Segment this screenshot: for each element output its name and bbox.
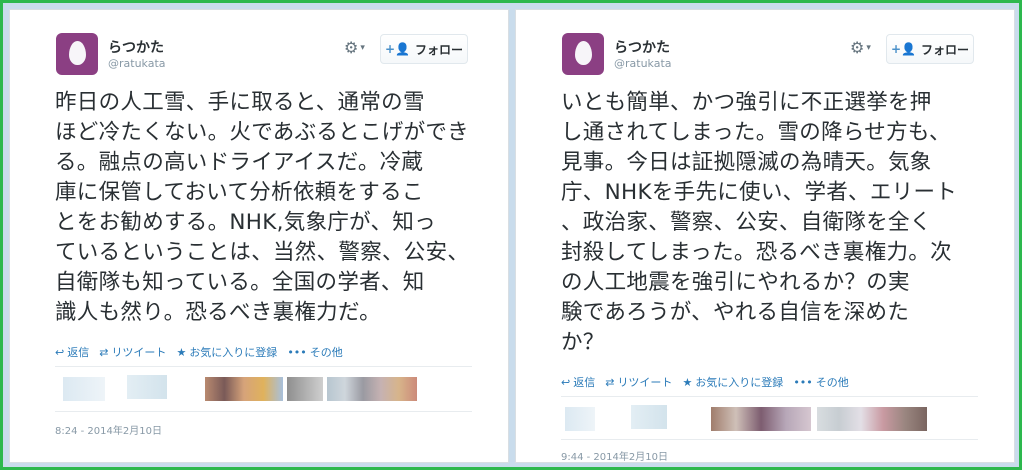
follow-button[interactable]: +👤 フォロー [380, 34, 468, 64]
author-handle[interactable]: @ratukata [614, 57, 672, 70]
blurred-avatar[interactable] [63, 377, 105, 401]
author-handle[interactable]: @ratukata [108, 57, 166, 70]
egg-avatar-icon[interactable] [562, 33, 604, 75]
reply-button[interactable]: ↩ 返信 [55, 344, 89, 360]
tweet-actions: ↩ 返信 ⇄ リツイート ★ お気に入りに登録 ••• その他 [55, 344, 343, 360]
favorite-label: お気に入りに登録 [189, 346, 278, 359]
tweet-actions: ↩ 返信 ⇄ リツイート ★ お気に入りに登録 ••• その他 [561, 374, 849, 390]
blurred-avatar-strip[interactable] [205, 377, 283, 401]
retweet-label: リツイート [111, 346, 167, 359]
reply-label: 返信 [573, 376, 596, 389]
blurred-avatar[interactable] [287, 377, 323, 401]
star-icon: ★ [176, 345, 187, 359]
tweet-timestamp[interactable]: 8:24 - 2014年2月10日 [55, 422, 162, 437]
reply-arrow-icon: ↩ [561, 375, 571, 389]
engagement-avatars [561, 396, 978, 440]
person-plus-icon: +👤 [890, 42, 916, 56]
dots-icon: ••• [793, 375, 813, 389]
author-name[interactable]: らつかた [108, 37, 164, 57]
screenshot-frame: らつかた @ratukata ⚙ ▾ +👤 フォロー 昨日の人工雪、手に取ると、通… [0, 0, 1022, 470]
more-button[interactable]: ••• その他 [793, 374, 848, 390]
follow-label: フォロー [920, 42, 969, 57]
more-label: その他 [309, 346, 343, 359]
gear-icon[interactable]: ⚙ ▾ [850, 40, 871, 56]
retweet-icon: ⇄ [605, 375, 615, 389]
star-icon: ★ [682, 375, 693, 389]
gear-icon[interactable]: ⚙ ▾ [344, 40, 365, 56]
tweet-timestamp[interactable]: 9:44 - 2014年2月10日 [561, 448, 668, 463]
author-name[interactable]: らつかた [614, 37, 670, 57]
reply-label: 返信 [67, 346, 90, 359]
retweet-icon: ⇄ [99, 345, 109, 359]
retweet-label: リツイート [617, 376, 673, 389]
blurred-avatar-strip[interactable] [817, 407, 927, 431]
engagement-avatars [55, 366, 472, 412]
tweet-text: 昨日の人工雪、手に取ると、通常の雪 ほど冷たくない。火であぶるとこげができ る。… [55, 90, 470, 325]
tweet-card-1: らつかた @ratukata ⚙ ▾ +👤 フォロー 昨日の人工雪、手に取ると、通… [9, 9, 509, 463]
follow-label: フォロー [414, 42, 463, 57]
reply-button[interactable]: ↩ 返信 [561, 374, 595, 390]
blurred-avatar[interactable] [127, 375, 167, 399]
retweet-button[interactable]: ⇄ リツイート [99, 344, 166, 360]
person-plus-icon: +👤 [384, 42, 410, 56]
retweet-button[interactable]: ⇄ リツイート [605, 374, 672, 390]
chevron-down-icon: ▾ [360, 43, 365, 53]
tweet-text: いとも簡単、かつ強引に不正選挙を押 し通されてしまった。雪の降らせ方も、 見事。… [561, 90, 958, 355]
chevron-down-icon: ▾ [866, 43, 871, 53]
tweet-card-2: らつかた @ratukata ⚙ ▾ +👤 フォロー いとも簡単、かつ強引に不正選… [515, 9, 1015, 463]
dots-icon: ••• [287, 345, 307, 359]
follow-button[interactable]: +👤 フォロー [886, 34, 974, 64]
blurred-avatar[interactable] [631, 405, 667, 429]
reply-arrow-icon: ↩ [55, 345, 65, 359]
favorite-button[interactable]: ★ お気に入りに登録 [682, 374, 783, 390]
more-button[interactable]: ••• その他 [287, 344, 342, 360]
egg-avatar-icon[interactable] [56, 33, 98, 75]
blurred-avatar[interactable] [565, 407, 595, 431]
more-label: その他 [815, 376, 849, 389]
blurred-avatar-strip[interactable] [327, 377, 417, 401]
favorite-button[interactable]: ★ お気に入りに登録 [176, 344, 277, 360]
blurred-avatar-strip[interactable] [711, 407, 811, 431]
favorite-label: お気に入りに登録 [695, 376, 784, 389]
